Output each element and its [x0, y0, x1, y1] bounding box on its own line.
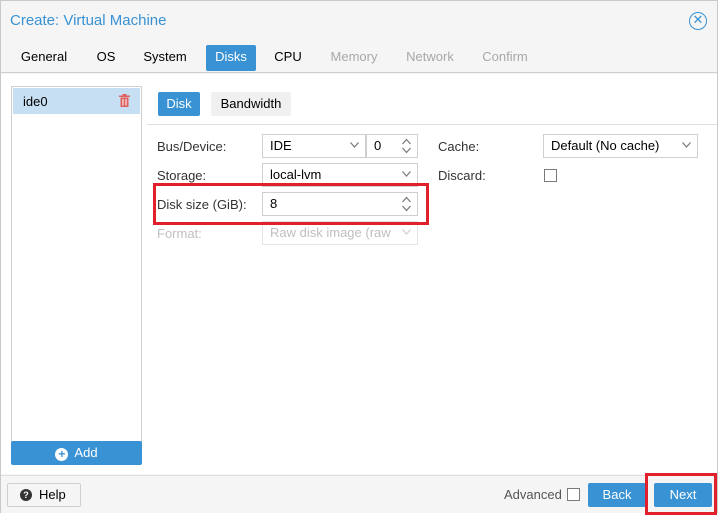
highlight-box-disk-size — [153, 183, 429, 225]
discard-label: Discard: — [438, 168, 486, 183]
cache-value: Default (No cache) — [551, 138, 660, 153]
subtab-bandwidth[interactable]: Bandwidth — [211, 92, 291, 116]
footer-bar: ? Help Advanced Back Next — [1, 473, 717, 515]
plus-circle-icon: + — [55, 448, 69, 461]
spinner-icon[interactable] — [402, 138, 411, 154]
tab-confirm: Confirm — [482, 49, 528, 64]
device-value: 0 — [374, 138, 382, 153]
tab-cpu[interactable]: CPU — [266, 45, 310, 71]
bus-select[interactable]: IDE — [262, 134, 366, 158]
create-vm-dialog: Create: Virtual Machine ✕ General OS Sys… — [0, 0, 718, 515]
add-label: Add — [74, 445, 98, 460]
chevron-down-icon — [402, 171, 411, 177]
help-label: Help — [39, 487, 66, 502]
dialog-title: Create: Virtual Machine — [10, 12, 167, 29]
discard-checkbox[interactable] — [544, 169, 557, 182]
tab-memory: Memory — [330, 49, 378, 64]
bus-value: IDE — [270, 138, 292, 153]
advanced-checkbox[interactable] — [567, 488, 580, 501]
bus-device-label: Bus/Device: — [157, 139, 227, 154]
chevron-down-icon — [350, 142, 359, 148]
cache-label: Cache: — [438, 139, 480, 154]
tab-disks[interactable]: Disks — [206, 45, 256, 71]
advanced-label: Advanced — [504, 487, 562, 502]
highlight-box-next — [645, 473, 717, 515]
trash-icon[interactable] — [119, 94, 130, 107]
tab-system[interactable]: System — [134, 45, 196, 71]
subtab-disk[interactable]: Disk — [158, 92, 200, 116]
back-button[interactable]: Back — [588, 483, 646, 507]
close-icon[interactable]: ✕ — [689, 12, 707, 30]
storage-label: Storage: — [157, 168, 207, 183]
format-label: Format: — [157, 226, 202, 241]
storage-value: local-lvm — [270, 167, 322, 182]
tab-os[interactable]: OS — [88, 45, 124, 71]
list-item[interactable]: ide0 — [13, 88, 140, 114]
question-circle-icon: ? — [20, 489, 32, 501]
disk-form: Bus/Device: IDE 0 Storage: local-lvm Dis… — [147, 124, 717, 474]
add-disk-button[interactable]: + Add — [11, 441, 142, 465]
cache-select[interactable]: Default (No cache) — [543, 134, 698, 158]
wizard-tabs: General OS System Disks CPU Memory Netwo… — [1, 41, 717, 73]
content-area: ide0 + Add Disk Bandwidth Bus/Device: IDE — [1, 74, 717, 474]
device-stepper[interactable]: 0 — [366, 134, 418, 158]
title-bar: Create: Virtual Machine ✕ — [1, 1, 717, 41]
tab-general[interactable]: General — [10, 45, 78, 71]
help-button[interactable]: ? Help — [7, 483, 81, 507]
disk-list: ide0 — [11, 86, 142, 448]
chevron-down-icon — [682, 142, 691, 148]
chevron-down-icon — [402, 229, 411, 235]
tab-network: Network — [406, 49, 454, 64]
disk-item-label: ide0 — [23, 94, 48, 109]
format-value: Raw disk image (raw — [270, 225, 391, 240]
